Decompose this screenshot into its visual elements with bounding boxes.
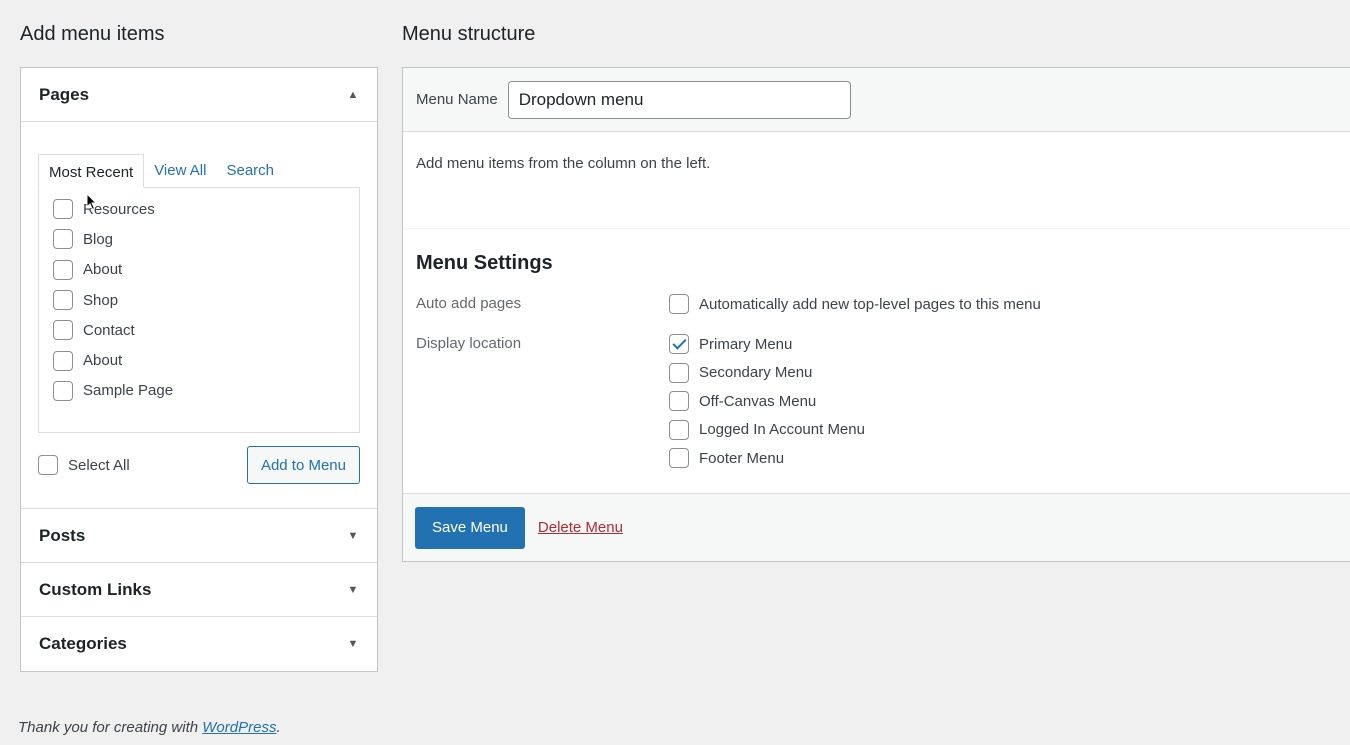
location-checkbox[interactable]: [669, 362, 689, 383]
menu-name-input[interactable]: [507, 80, 851, 119]
page-label: Contact: [83, 321, 135, 339]
auto-add-checkbox[interactable]: [669, 294, 689, 315]
page-checkbox[interactable]: [53, 199, 73, 220]
location-footer-menu[interactable]: Footer Menu: [669, 444, 865, 473]
caret-down-icon[interactable]: ▼: [347, 584, 359, 596]
location-checkbox[interactable]: [669, 419, 689, 440]
caret-down-icon[interactable]: ▼: [347, 638, 359, 650]
select-all-checkbox[interactable]: [38, 455, 58, 475]
menu-settings-title: Menu Settings: [416, 252, 553, 274]
page-label: Sample Page: [83, 382, 174, 400]
save-menu-button[interactable]: Save Menu: [415, 506, 525, 549]
location-label: Secondary Menu: [699, 364, 813, 382]
pages-section-title: Pages: [39, 84, 90, 104]
auto-add-label: Auto add pages: [416, 295, 522, 312]
menu-actions-footer: Save Menu Delete Menu: [403, 493, 1350, 561]
auto-add-option-label: Automatically add new top-level pages to…: [699, 295, 1041, 313]
footer-suffix: .: [276, 719, 281, 736]
categories-section-title: Categories: [39, 634, 127, 653]
posts-section-title: Posts: [39, 525, 86, 545]
page-item-about-2[interactable]: About: [53, 345, 345, 375]
display-location-options: Primary Menu Secondary Menu Off-Canvas M…: [669, 330, 865, 473]
page-checkbox[interactable]: [53, 229, 73, 250]
delete-menu-link[interactable]: Delete Menu: [538, 519, 623, 536]
auto-add-options: Automatically add new top-level pages to…: [669, 290, 1041, 319]
menu-name-label: Menu Name: [416, 91, 498, 108]
page-checkbox[interactable]: [53, 350, 73, 371]
pages-section-body: Most Recent View All Search Resources Bl…: [21, 122, 377, 509]
page-checkbox[interactable]: [53, 380, 73, 401]
footer-thanks-text: Thank you for creating with: [18, 719, 203, 736]
mouse-cursor-icon: [86, 193, 98, 211]
pages-list-panel: Resources Blog About Shop Contact About …: [38, 187, 360, 433]
page-label: About: [83, 261, 123, 279]
tab-search[interactable]: Search: [216, 153, 284, 187]
add-to-menu-button[interactable]: Add to Menu: [246, 446, 360, 484]
location-checkbox-checked[interactable]: [669, 334, 689, 355]
location-primary-menu[interactable]: Primary Menu: [669, 330, 865, 359]
caret-down-icon[interactable]: ▼: [347, 530, 359, 542]
location-label: Primary Menu: [699, 335, 793, 353]
tab-most-recent[interactable]: Most Recent: [38, 154, 145, 188]
page-item-shop[interactable]: Shop: [53, 285, 345, 315]
location-label: Off-Canvas Menu: [699, 392, 817, 410]
custom-links-section-title: Custom Links: [39, 579, 152, 599]
page-checkbox[interactable]: [53, 259, 73, 280]
auto-add-option[interactable]: Automatically add new top-level pages to…: [669, 290, 1041, 319]
menu-edit-box: Menu Name Add menu items from the column…: [402, 67, 1350, 562]
page-label: Blog: [83, 230, 114, 248]
page-checkbox[interactable]: [53, 290, 73, 311]
location-label: Footer Menu: [699, 449, 785, 467]
custom-links-section-header[interactable]: Custom Links ▼: [21, 563, 377, 617]
display-location-label: Display location: [416, 335, 522, 352]
menu-items-accordion: Pages ▲ Most Recent View All Search Reso…: [20, 67, 378, 672]
location-secondary-menu[interactable]: Secondary Menu: [669, 359, 865, 388]
categories-section-header[interactable]: Categories ▼: [21, 617, 377, 671]
page-item-sample-page[interactable]: Sample Page: [53, 376, 345, 406]
page-checkbox[interactable]: [53, 320, 73, 341]
pages-section-header[interactable]: Pages ▲: [21, 68, 377, 122]
location-checkbox[interactable]: [669, 448, 689, 469]
admin-footer: Thank you for creating with WordPress.: [18, 719, 281, 736]
pages-tabs: Most Recent View All Search: [38, 153, 360, 188]
divider: [403, 228, 1350, 229]
page-item-blog[interactable]: Blog: [53, 224, 345, 254]
posts-section-header[interactable]: Posts ▼: [21, 509, 377, 563]
menu-structure-title: Menu structure: [402, 23, 536, 45]
location-off-canvas-menu[interactable]: Off-Canvas Menu: [669, 387, 865, 416]
add-menu-items-title: Add menu items: [20, 23, 165, 45]
select-all-control[interactable]: Select All: [38, 455, 130, 475]
wordpress-link[interactable]: WordPress: [202, 719, 276, 736]
page-item-contact[interactable]: Contact: [53, 315, 345, 345]
select-all-label: Select All: [68, 456, 130, 474]
tab-view-all[interactable]: View All: [144, 153, 216, 187]
page-label: Shop: [83, 291, 119, 309]
menu-name-header: Menu Name: [403, 68, 1350, 132]
location-label: Logged In Account Menu: [699, 421, 865, 439]
page-label: About: [83, 352, 123, 370]
caret-up-icon[interactable]: ▲: [347, 89, 359, 101]
menu-hint-text: Add menu items from the column on the le…: [416, 155, 711, 172]
page-item-about[interactable]: About: [53, 255, 345, 285]
location-checkbox[interactable]: [669, 391, 689, 412]
location-logged-in-account-menu[interactable]: Logged In Account Menu: [669, 416, 865, 445]
pages-panel-footer: Select All Add to Menu: [38, 446, 360, 484]
